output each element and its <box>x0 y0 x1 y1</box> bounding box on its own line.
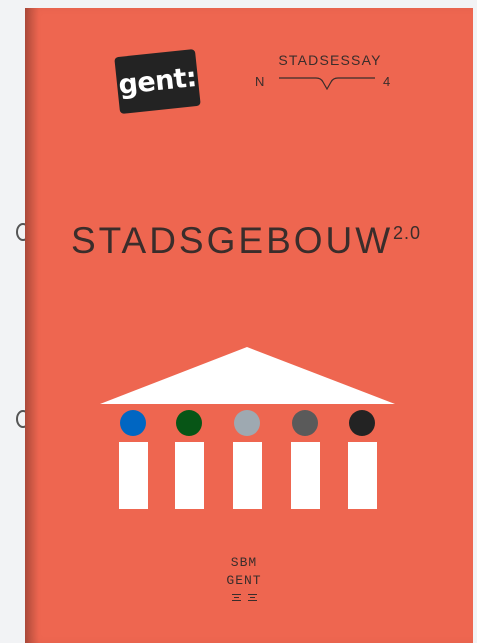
dark-gray-dot <box>292 410 318 436</box>
brace-icon <box>279 77 375 90</box>
publisher-label: SBM GENT <box>202 554 286 590</box>
publisher-mark-icon <box>232 594 257 601</box>
blue-dot <box>120 410 146 436</box>
black-dot <box>349 410 375 436</box>
series-prefix: N <box>255 74 265 89</box>
series-label: STADSESSAY N 4 <box>255 52 395 94</box>
column-2 <box>175 442 204 509</box>
column-4 <box>291 442 320 509</box>
series-number: 4 <box>383 74 391 89</box>
light-gray-dot <box>234 410 260 436</box>
cover-shadow <box>25 8 39 643</box>
page: gent: STADSESSAY N 4 STADSGEBOUW 2.0 SBM… <box>0 0 477 643</box>
building-roof <box>100 347 395 404</box>
book-version: 2.0 <box>393 223 422 243</box>
green-dot <box>176 410 202 436</box>
book-title: STADSGEBOUW <box>71 220 394 261</box>
series-title: STADSESSAY <box>278 52 382 68</box>
logo-text: gent: <box>117 62 198 101</box>
publisher-line-1: SBM <box>230 555 258 570</box>
building-icon <box>100 347 395 509</box>
column-1 <box>119 442 148 509</box>
publisher-line-2: GENT <box>226 573 262 588</box>
book-cover: gent: STADSESSAY N 4 STADSGEBOUW 2.0 SBM… <box>25 8 473 643</box>
column-5 <box>348 442 377 509</box>
column-3 <box>233 442 262 509</box>
gent-logo: gent: <box>114 48 201 115</box>
